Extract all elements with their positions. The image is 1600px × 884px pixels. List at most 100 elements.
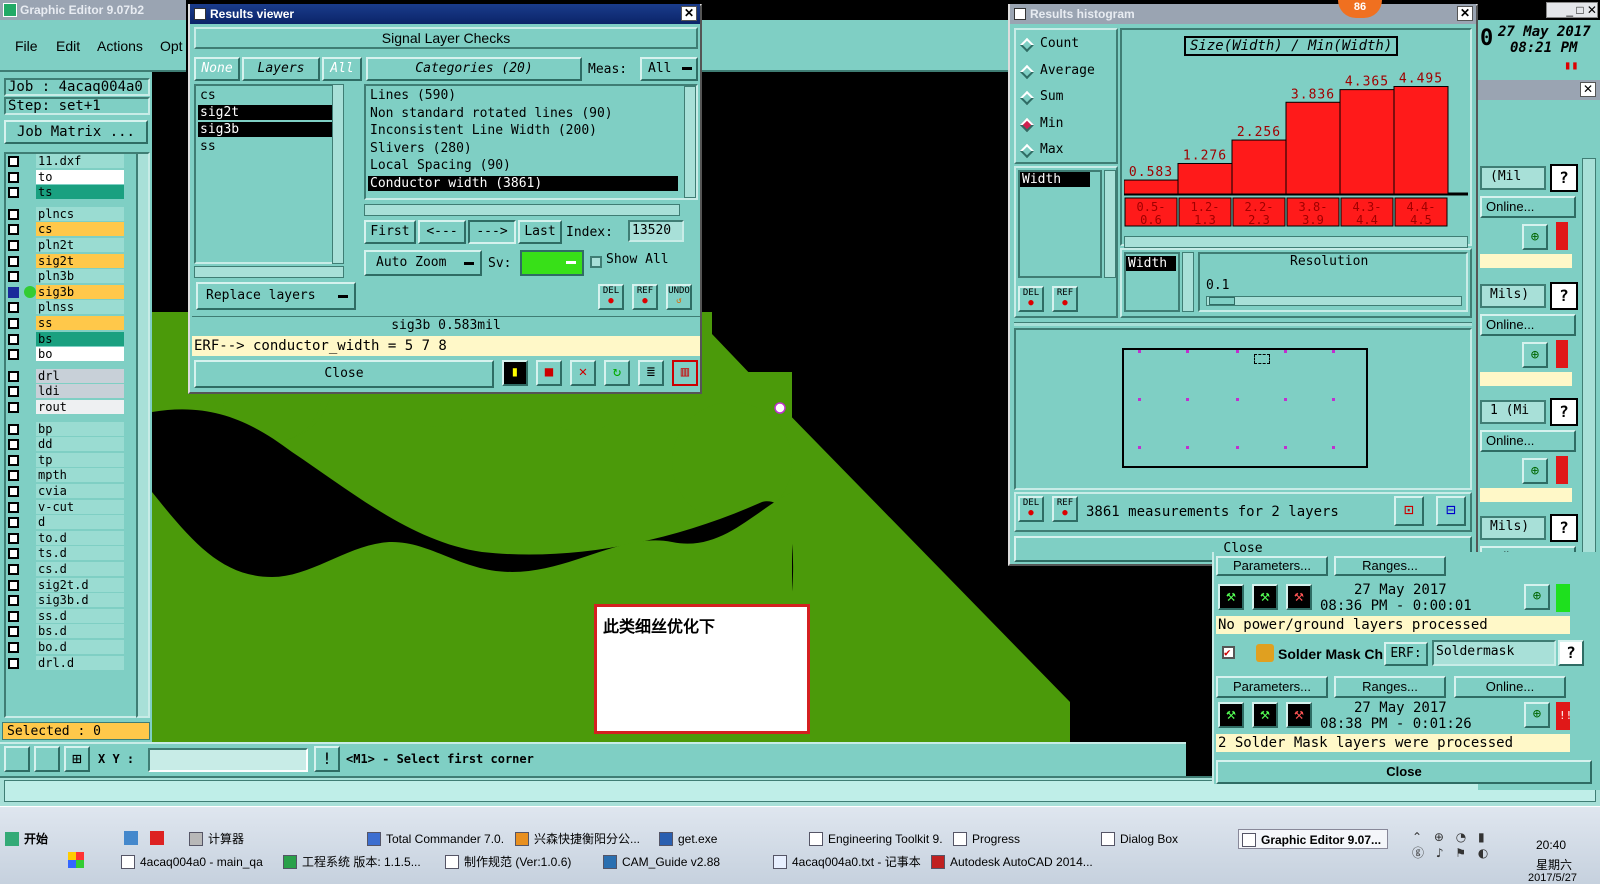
layer-name[interactable]: tp xyxy=(36,452,124,467)
categories-button[interactable]: Categories (20) xyxy=(366,57,582,81)
solder-checkbox[interactable]: ✔ xyxy=(1222,646,1235,659)
status-red[interactable] xyxy=(1556,456,1568,484)
layer-name[interactable]: cs.d xyxy=(36,562,124,576)
report-icon[interactable]: ≣ xyxy=(638,360,664,386)
layer-checkbox[interactable] xyxy=(8,349,19,361)
taskbar-item[interactable]: Graphic Editor 9.07... xyxy=(1238,829,1388,849)
check-label[interactable]: (Mil xyxy=(1480,166,1546,190)
help-icon[interactable]: ? xyxy=(1550,282,1578,310)
run-icon-2c[interactable]: ⚒ xyxy=(1286,702,1312,728)
meas-select[interactable]: All xyxy=(640,57,698,81)
last-button[interactable]: Last xyxy=(518,220,562,244)
hist-ref-button[interactable]: REF ● xyxy=(1052,286,1078,312)
refresh-icon[interactable]: ↻ xyxy=(604,360,630,386)
layer-checkbox[interactable] xyxy=(8,402,19,413)
layer-name[interactable]: ss xyxy=(36,316,124,330)
layer-row[interactable]: to xyxy=(6,169,148,185)
layer-row[interactable]: ts xyxy=(6,185,148,200)
layer-row[interactable]: tp xyxy=(6,452,148,468)
tool-measure-icon[interactable] xyxy=(34,746,60,772)
check-label[interactable]: Mils) xyxy=(1480,516,1546,540)
erf-value[interactable]: Soldermask xyxy=(1432,640,1556,666)
layer-name[interactable]: bs xyxy=(36,331,124,346)
layer-row[interactable]: bp xyxy=(6,421,148,437)
taskbar-item-icon[interactable] xyxy=(953,832,967,846)
layer-checkbox[interactable] xyxy=(8,657,19,669)
run-icon-2a[interactable]: ⚒ xyxy=(1218,702,1244,728)
sample-point[interactable] xyxy=(1332,398,1335,401)
preview-box[interactable] xyxy=(1122,348,1368,468)
zoom-icon-2[interactable]: ⊕ xyxy=(1524,702,1550,728)
tray-icons[interactable]: ⌃ ⊕ ◔ ▮ ⓖ ♪ ⚑ ◐ xyxy=(1412,830,1492,861)
result-layer-item[interactable]: sig3b xyxy=(198,122,334,137)
layer-checkbox[interactable] xyxy=(8,642,19,653)
taskbar-item-icon[interactable] xyxy=(283,855,297,869)
layer-checkbox[interactable] xyxy=(8,423,19,435)
status-strip[interactable] xyxy=(1480,488,1572,502)
check-label[interactable]: Mils) xyxy=(1480,284,1546,308)
layer-row[interactable]: cvia xyxy=(6,484,148,499)
layer-row[interactable]: bs.d xyxy=(6,624,148,639)
layer-checkbox[interactable] xyxy=(8,208,19,220)
taskbar-item[interactable]: Total Commander 7.0... xyxy=(364,829,504,849)
taskbar-item-icon[interactable] xyxy=(1242,833,1256,847)
tab-none[interactable]: None xyxy=(194,57,240,81)
taskbar-item-icon[interactable] xyxy=(515,832,529,846)
help-icon[interactable]: ? xyxy=(1550,514,1578,542)
close-icon[interactable]: ✕ xyxy=(681,6,697,21)
histogram-icon[interactable]: ▥ xyxy=(672,360,698,386)
hist-del2-button[interactable]: DEL ● xyxy=(1018,496,1044,522)
close-icon[interactable]: ✕ xyxy=(1580,82,1596,97)
layer-checkbox[interactable] xyxy=(8,286,19,298)
field-scrollbar[interactable] xyxy=(1104,170,1116,278)
layer-row[interactable]: v-cut xyxy=(6,499,148,515)
layer-checkbox[interactable] xyxy=(8,610,19,622)
taskbar-item-label[interactable]: get.exe xyxy=(678,832,717,846)
taskbar-item-icon[interactable] xyxy=(189,832,203,846)
sample-point[interactable] xyxy=(1236,350,1239,353)
run-icon-1c[interactable]: ⚒ xyxy=(1286,584,1312,610)
category-vscroll[interactable] xyxy=(684,86,696,198)
replace-layers-select[interactable]: Replace layers xyxy=(196,282,356,310)
erf-button[interactable]: ERF: xyxy=(1384,642,1428,666)
first-button[interactable]: First xyxy=(364,220,416,244)
results-close-button[interactable]: Close xyxy=(194,360,494,388)
run-icon-1a[interactable]: ⚒ xyxy=(1218,584,1244,610)
layer-checkbox[interactable] xyxy=(8,595,19,607)
parameters-button-1[interactable]: Parameters... xyxy=(1216,556,1328,576)
layer-checkbox[interactable] xyxy=(8,255,19,267)
online-button-2[interactable]: Online... xyxy=(1454,676,1566,698)
sample-point[interactable] xyxy=(1284,446,1287,449)
tab-all[interactable]: All xyxy=(322,57,362,81)
layer-checkbox[interactable] xyxy=(8,187,19,199)
layer-row[interactable]: to.d xyxy=(6,530,148,546)
parameters-button-2[interactable]: Parameters... xyxy=(1216,676,1328,698)
main-window-titlebar[interactable]: Graphic Editor 9.07b2 (00@HY xyxy=(0,0,186,37)
field2-scrollbar[interactable] xyxy=(1182,252,1194,312)
run-icon-2b[interactable]: ⚒ xyxy=(1252,702,1278,728)
taskbar-item[interactable]: 计算器 xyxy=(186,829,354,849)
sample-point[interactable] xyxy=(1138,446,1141,449)
layer-name[interactable]: ts xyxy=(36,185,124,200)
sv-color-select[interactable] xyxy=(520,250,584,276)
taskbar-item-label[interactable]: CAM_Guide v2.88 xyxy=(622,855,720,869)
slider-thumb[interactable] xyxy=(1209,297,1235,305)
layer-row[interactable]: ss.d xyxy=(6,608,148,624)
help-icon-solder[interactable]: ? xyxy=(1558,640,1584,666)
status-red[interactable] xyxy=(1556,222,1568,250)
layer-checkbox[interactable] xyxy=(8,318,19,329)
help-icon[interactable]: ? xyxy=(1550,164,1578,192)
layer-row[interactable]: drl xyxy=(6,368,148,384)
check-label[interactable]: 1 (Mi xyxy=(1480,400,1546,424)
taskbar-item[interactable]: Engineering Toolkit 9.... xyxy=(806,829,942,849)
layer-checkbox[interactable] xyxy=(8,224,19,236)
taskbar-item-label[interactable]: 兴森快捷衡阳分公... xyxy=(534,832,640,846)
layer-name[interactable]: ldi xyxy=(36,384,124,399)
layer-row[interactable]: mpth xyxy=(6,468,148,483)
status-red[interactable] xyxy=(1556,340,1568,368)
taskbar-item-label[interactable]: 工程系统 版本: 1.1.5... xyxy=(302,855,421,869)
undo-button[interactable]: UNDO ↺ xyxy=(666,284,692,310)
taskbar-item[interactable]: 兴森快捷衡阳分公... xyxy=(512,829,652,849)
layer-name[interactable]: mpth xyxy=(36,468,124,483)
status-strip[interactable] xyxy=(1480,372,1572,386)
